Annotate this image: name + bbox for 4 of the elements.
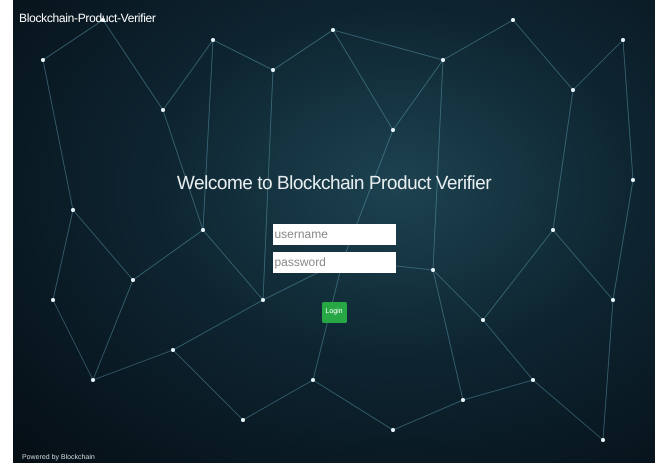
welcome-heading: Welcome to Blockchain Product Verifier xyxy=(176,172,492,196)
username-field[interactable]: username xyxy=(272,224,396,244)
navbar-brand[interactable]: Blockchain-Product-Verifier xyxy=(19,9,156,27)
password-field[interactable]: password xyxy=(272,252,396,272)
